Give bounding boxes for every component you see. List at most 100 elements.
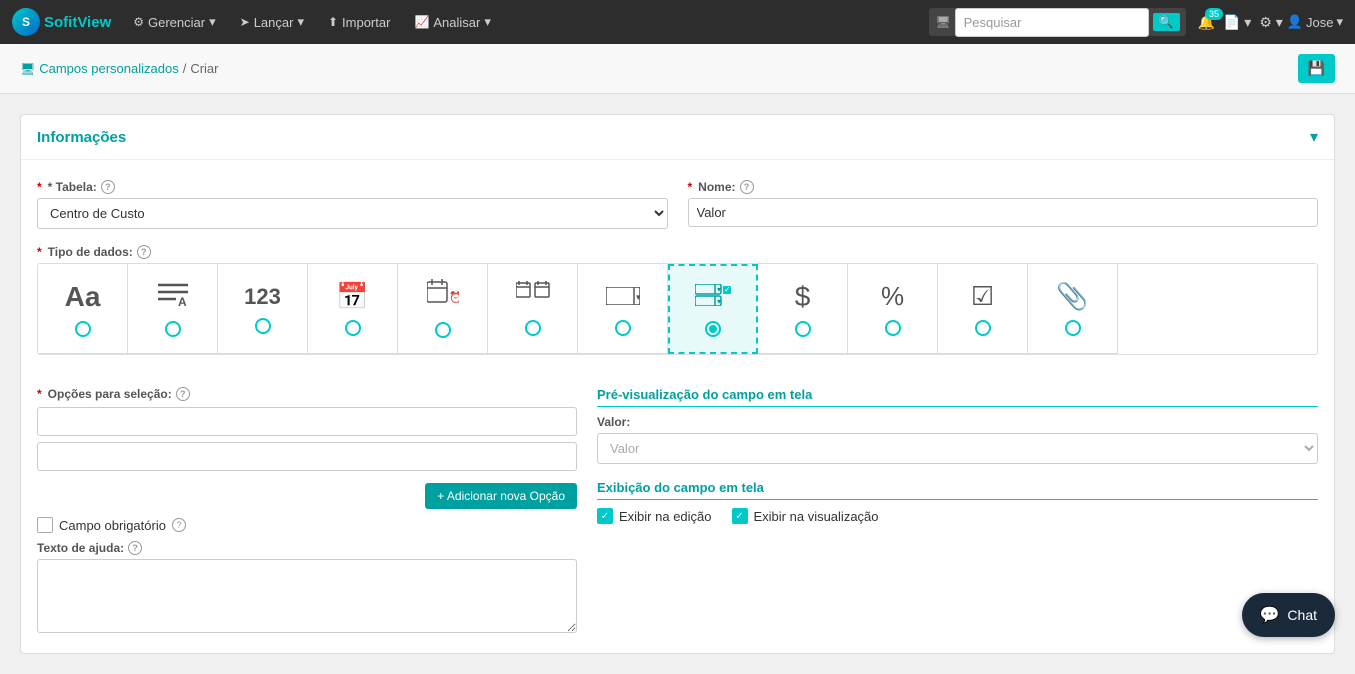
nav-importar[interactable]: ⬆ Importar (318, 0, 400, 44)
notifications-button[interactable]: 🔔 35 (1198, 14, 1215, 31)
show-view-label: Exibir na visualização (754, 509, 879, 524)
data-type-datetime[interactable]: ⏰ (398, 264, 488, 354)
data-type-daterange[interactable] (488, 264, 578, 354)
chevron-down-icon: ▾ (484, 14, 491, 30)
option-text-1[interactable] (37, 407, 577, 436)
preview-select[interactable]: Valor (597, 433, 1318, 464)
select-icon: ▾ (606, 281, 640, 312)
breadcrumb: 🖥 Campos personalizados / Criar (20, 61, 219, 76)
tabela-select[interactable]: Centro de Custo (37, 198, 668, 229)
text-icon: Aa (65, 281, 101, 313)
documents-button[interactable]: 📄 ▾ (1223, 14, 1251, 31)
search-input[interactable] (955, 8, 1149, 37)
chat-button[interactable]: 💬 Chat (1242, 593, 1336, 637)
gear-icon: ⚙ (133, 15, 144, 29)
svg-text:▾: ▾ (636, 292, 640, 302)
nome-help-icon[interactable]: ? (740, 180, 754, 194)
option-input-1 (37, 407, 577, 436)
show-view-item: ✓ Exibir na visualização (732, 508, 879, 524)
svg-text:▾: ▾ (717, 285, 721, 294)
show-edit-checkbox[interactable]: ✓ (597, 508, 613, 524)
daterange-icon (516, 281, 550, 312)
chat-icon: 💬 (1260, 605, 1280, 625)
search-button[interactable]: 🔍 (1153, 13, 1180, 31)
settings-button[interactable]: ⚙ ▾ (1259, 14, 1282, 31)
chat-label: Chat (1287, 607, 1317, 623)
logo[interactable]: S SofitView (12, 8, 111, 36)
data-type-currency[interactable]: $ (758, 264, 848, 354)
data-type-attachment[interactable]: 📎 (1028, 264, 1118, 354)
radio-number[interactable] (255, 318, 271, 334)
show-view-checkbox[interactable]: ✓ (732, 508, 748, 524)
data-type-select[interactable]: ▾ (578, 264, 668, 354)
data-type-date[interactable]: 📅 (308, 264, 398, 354)
attachment-icon: 📎 (1056, 281, 1088, 312)
nome-input[interactable] (688, 198, 1319, 227)
card-header: Informações ▾ (21, 115, 1334, 160)
options-area (37, 407, 577, 471)
notifications-badge: 35 (1205, 8, 1223, 20)
radio-text[interactable] (75, 321, 91, 337)
preview-section-title: Pré-visualização do campo em tela (597, 387, 1318, 407)
datetime-icon: ⏰ (427, 279, 459, 314)
search-box: 🖥 🔍 (929, 8, 1185, 36)
svg-text:⏰: ⏰ (449, 290, 459, 304)
card-title: Informações (37, 129, 126, 146)
radio-daterange[interactable] (525, 320, 541, 336)
radio-date[interactable] (345, 320, 361, 336)
opcoes-help-icon[interactable]: ? (176, 387, 190, 401)
nav-analisar[interactable]: 📈 Analisar ▾ (404, 0, 500, 44)
nav-icons: 🔔 35 📄 ▾ ⚙ ▾ (1198, 14, 1283, 31)
tipo-dados-help-icon[interactable]: ? (137, 245, 151, 259)
breadcrumb-bar: 🖥 Campos personalizados / Criar 💾 (0, 44, 1355, 94)
preview-field-label: Valor: (597, 415, 1318, 429)
percent-icon: % (881, 281, 904, 312)
mandatory-checkbox[interactable] (37, 517, 53, 533)
import-icon: ⬆ (328, 15, 338, 29)
data-type-number[interactable]: 123 (218, 264, 308, 354)
display-row: ✓ Exibir na edição ✓ Exibir na visualiza… (597, 508, 1318, 524)
help-text-group: Texto de ajuda: ? (37, 541, 577, 633)
nav-gerenciar[interactable]: ⚙ Gerenciar ▾ (123, 0, 225, 44)
breadcrumb-separator: / (183, 61, 187, 76)
multiselect-icon: ▾ ▾ ✓ (695, 282, 731, 313)
chevron-down-icon: ▾ (297, 14, 304, 30)
radio-attachment[interactable] (1065, 320, 1081, 336)
option-text-2[interactable] (37, 442, 577, 471)
svg-text:A: A (178, 295, 187, 306)
data-type-checkbox[interactable]: ☑ (938, 264, 1028, 354)
card-body: * * Tabela: ? Centro de Custo * Nome: ? (21, 160, 1334, 653)
chart-icon: 📈 (414, 15, 429, 29)
radio-select[interactable] (615, 320, 631, 336)
option-input-2 (37, 442, 577, 471)
user-icon: 👤 (1287, 14, 1303, 30)
number-icon: 123 (244, 284, 281, 310)
help-text-help-icon[interactable]: ? (128, 541, 142, 555)
radio-currency[interactable] (795, 321, 811, 337)
display-section: Exibição do campo em tela ✓ Exibir na ed… (597, 480, 1318, 524)
radio-multiselect[interactable] (705, 321, 721, 337)
data-type-multiselect[interactable]: ▾ ▾ ✓ (668, 264, 758, 354)
nav-lancar[interactable]: ➤ Lançar ▾ (230, 0, 314, 44)
radio-percent[interactable] (885, 320, 901, 336)
data-type-textarea[interactable]: A (128, 264, 218, 354)
radio-datetime[interactable] (435, 322, 451, 338)
data-type-percent[interactable]: % (848, 264, 938, 354)
tipo-dados-label: * Tipo de dados: ? (37, 245, 1318, 259)
collapse-toggle[interactable]: ▾ (1310, 127, 1318, 147)
svg-text:▾: ▾ (717, 297, 721, 306)
tipo-dados-group: * Tipo de dados: ? Aa A (37, 245, 1318, 371)
tabela-help-icon[interactable]: ? (101, 180, 115, 194)
mandatory-label: Campo obrigatório (59, 518, 166, 533)
radio-textarea[interactable] (165, 321, 181, 337)
svg-text:✓: ✓ (724, 285, 731, 294)
add-option-button[interactable]: + Adicionar nova Opção (425, 483, 577, 509)
radio-checkbox[interactable] (975, 320, 991, 336)
help-text-input[interactable] (37, 559, 577, 633)
breadcrumb-link[interactable]: Campos personalizados (39, 61, 178, 76)
mandatory-help-icon[interactable]: ? (172, 518, 186, 532)
data-type-text[interactable]: Aa (38, 264, 128, 354)
user-menu[interactable]: 👤 Jose ▾ (1287, 14, 1343, 30)
save-button[interactable]: 💾 (1298, 54, 1335, 83)
help-text-label: Texto de ajuda: ? (37, 541, 577, 555)
